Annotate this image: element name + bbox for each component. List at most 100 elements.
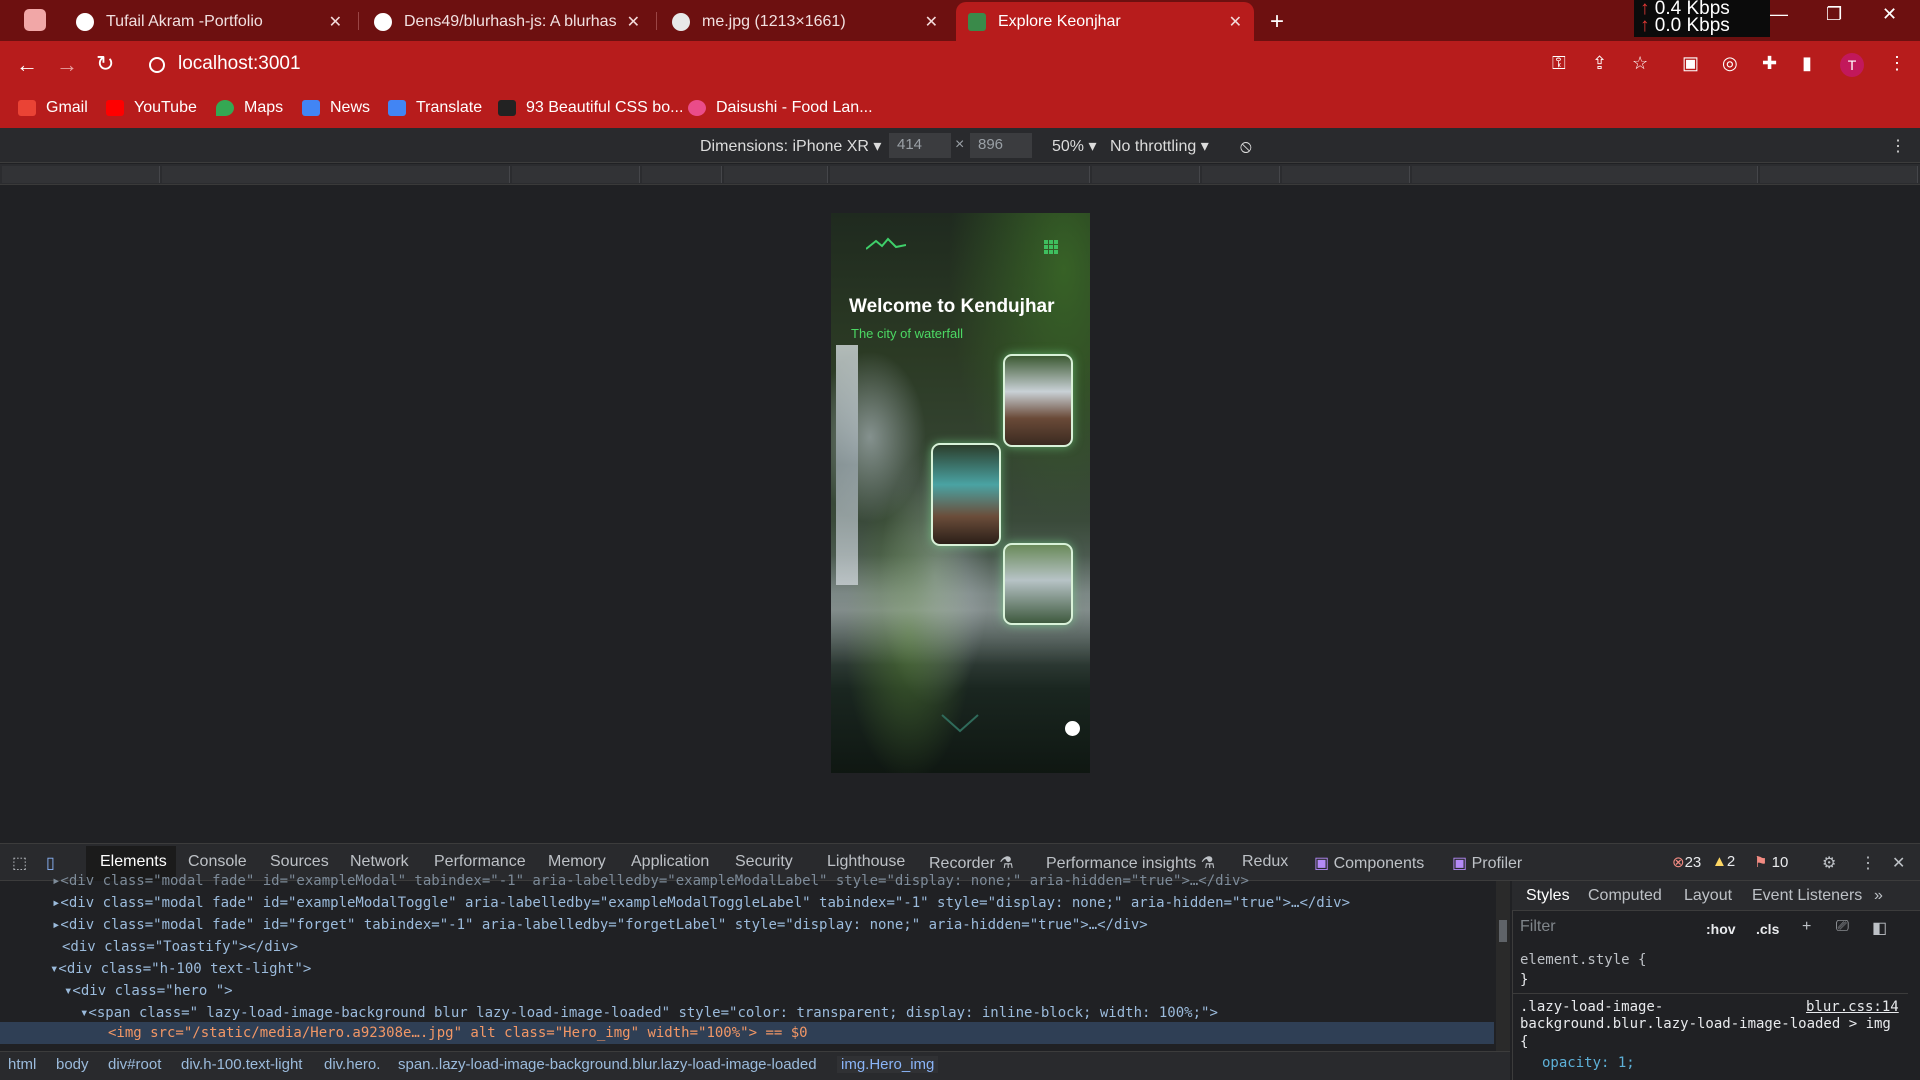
settings-gear-icon[interactable]: ⚙ xyxy=(1822,853,1836,873)
tab-recorder[interactable]: Recorder ⚗ xyxy=(929,853,1014,873)
tab-memory[interactable]: Memory xyxy=(548,853,606,871)
waterfall-card-3[interactable] xyxy=(1003,543,1073,625)
media-query-segment[interactable] xyxy=(1760,166,1918,183)
mountain-logo-icon[interactable] xyxy=(866,237,906,251)
bookmark-news[interactable]: News xyxy=(302,96,370,120)
breadcrumb-item[interactable]: div#root xyxy=(108,1056,161,1073)
rotate-icon[interactable]: ⦸ xyxy=(1240,136,1252,157)
media-query-segment[interactable] xyxy=(830,166,1090,183)
media-query-segment[interactable] xyxy=(512,166,640,183)
styles-filter-input[interactable]: Filter xyxy=(1520,918,1556,936)
class-toggle[interactable]: .cls xyxy=(1756,921,1779,937)
dom-scrollbar-thumb[interactable] xyxy=(1499,920,1507,942)
waterfall-card-2[interactable] xyxy=(931,443,1001,546)
tab-profiler[interactable]: ▣ Profiler xyxy=(1452,853,1522,873)
breadcrumb-item[interactable]: img.Hero_img xyxy=(837,1056,939,1073)
warning-count-badge[interactable]: ▲2 xyxy=(1712,853,1735,870)
chevron-down-icon[interactable] xyxy=(940,712,980,734)
tab-components[interactable]: ▣ Components xyxy=(1314,853,1424,873)
tab-application[interactable]: Application xyxy=(631,853,709,871)
waterfall-card-1[interactable] xyxy=(1003,354,1073,447)
forward-button[interactable]: → xyxy=(56,52,78,78)
close-icon[interactable]: ✕ xyxy=(627,12,640,32)
sidepanel-icon[interactable]: ▮ xyxy=(1802,53,1812,74)
breadcrumb-item[interactable]: div.h-100.text-light xyxy=(181,1056,302,1073)
breadcrumb-item[interactable]: html xyxy=(8,1056,36,1073)
devtools-more-icon[interactable]: ⋮ xyxy=(1860,853,1876,873)
dom-node-line[interactable]: <div class="Toastify"></div> xyxy=(62,939,298,955)
dom-node-line[interactable]: ▾<span class=" lazy-load-image-backgroun… xyxy=(80,1005,1218,1021)
dom-node-line[interactable]: ▾<div class="hero "> xyxy=(64,983,233,999)
width-input[interactable]: 414 xyxy=(889,133,951,158)
reload-button[interactable]: ↻ xyxy=(96,51,114,77)
avatar[interactable]: T xyxy=(1840,53,1864,77)
device-toggle-icon[interactable]: ▯ xyxy=(46,853,55,873)
dom-node-line[interactable]: ▾<div class="h-100 text-light"> xyxy=(50,961,311,977)
close-icon[interactable]: ✕ xyxy=(1229,12,1242,32)
device-dimensions-select[interactable]: Dimensions: iPhone XR ▾ xyxy=(700,136,881,156)
breadcrumb-item[interactable]: div.hero. xyxy=(324,1056,380,1073)
css-source-link[interactable]: blur.css:14 xyxy=(1806,999,1899,1015)
browser-menu-icon[interactable] xyxy=(24,9,46,31)
hover-state-toggle[interactable]: :hov xyxy=(1706,921,1736,937)
tab-image[interactable]: me.jpg (1213×1661) ✕ xyxy=(660,2,950,41)
media-query-segment[interactable] xyxy=(1202,166,1280,183)
tab-performance[interactable]: Performance xyxy=(434,853,526,871)
media-query-segment[interactable] xyxy=(642,166,722,183)
dom-node-line[interactable]: ▸<div class="modal fade" id="exampleModa… xyxy=(52,873,1249,889)
kebab-menu-icon[interactable]: ⋮ xyxy=(1888,53,1906,74)
tab-security[interactable]: Security xyxy=(735,853,793,871)
tab-console[interactable]: Console xyxy=(188,853,247,871)
inspect-element-icon[interactable]: ⬚ xyxy=(12,853,27,873)
media-query-segment[interactable] xyxy=(1282,166,1410,183)
more-tabs-icon[interactable]: » xyxy=(1874,887,1883,905)
dom-scrollbar[interactable] xyxy=(1496,881,1510,1051)
bookmark-daisushi[interactable]: Daisushi - Food Lan... xyxy=(688,96,873,120)
close-icon[interactable]: ✕ xyxy=(925,12,938,32)
devtools-close-icon[interactable]: ✕ xyxy=(1892,853,1905,873)
zoom-select[interactable]: 50% ▾ xyxy=(1052,136,1097,156)
restore-button[interactable]: ❐ xyxy=(1826,4,1842,25)
tab-explore-keonjhar[interactable]: Explore Keonjhar ✕ xyxy=(956,2,1254,41)
dom-node-line[interactable]: ▸<div class="modal fade" id="exampleModa… xyxy=(52,895,1350,911)
more-options-icon[interactable]: ⋮ xyxy=(1890,136,1906,156)
bookmark-translate[interactable]: Translate xyxy=(388,96,482,120)
media-query-segment[interactable] xyxy=(2,166,160,183)
tab-lighthouse[interactable]: Lighthouse xyxy=(827,853,905,871)
media-query-segment[interactable] xyxy=(1092,166,1200,183)
extension-icon[interactable]: ▣ xyxy=(1682,53,1699,74)
minimize-button[interactable]: — xyxy=(1770,4,1788,25)
info-icon[interactable] xyxy=(149,57,165,73)
bookmark-gmail[interactable]: Gmail xyxy=(18,96,88,120)
back-button[interactable]: ← xyxy=(16,52,38,78)
tab-styles[interactable]: Styles xyxy=(1526,887,1570,905)
tab-event-listeners[interactable]: Event Listeners xyxy=(1752,887,1862,905)
tab-layout[interactable]: Layout xyxy=(1684,887,1732,905)
bookmark-css-borders[interactable]: 93 Beautiful CSS bo... xyxy=(498,96,683,120)
media-query-segment[interactable] xyxy=(724,166,828,183)
height-input[interactable]: 896 xyxy=(970,133,1032,158)
tab-elements[interactable]: Elements xyxy=(100,853,167,871)
throttling-select[interactable]: No throttling ▾ xyxy=(1110,136,1209,156)
close-icon[interactable]: ✕ xyxy=(329,12,342,32)
css-property[interactable]: opacity: 1; xyxy=(1542,1055,1635,1071)
tab-network[interactable]: Network xyxy=(350,853,409,871)
tab-github[interactable]: Dens49/blurhash-js: A blurhash p ✕ xyxy=(362,2,652,41)
breadcrumb-item[interactable]: span..lazy-load-image-background.blur.la… xyxy=(398,1056,817,1073)
tab-redux[interactable]: Redux xyxy=(1242,853,1288,871)
puzzle-icon[interactable]: ✚ xyxy=(1762,53,1777,74)
tab-sources[interactable]: Sources xyxy=(270,853,329,871)
tab-portfolio[interactable]: Tufail Akram -Portfolio ✕ xyxy=(64,2,354,41)
tab-performance-insights[interactable]: Performance insights ⚗ xyxy=(1046,853,1215,873)
bookmark-star-icon[interactable]: ☆ xyxy=(1632,53,1648,74)
bookmark-youtube[interactable]: YouTube xyxy=(106,96,197,120)
address-text[interactable]: localhost:3001 xyxy=(178,53,301,75)
play-icon[interactable] xyxy=(1065,721,1080,736)
media-query-segment[interactable] xyxy=(162,166,510,183)
dom-node-line-selected[interactable]: <img src="/static/media/Hero.a92308e….jp… xyxy=(108,1025,808,1041)
breadcrumb-item[interactable]: body xyxy=(56,1056,89,1073)
record-icon[interactable]: ◎ xyxy=(1722,53,1738,74)
grid-menu-icon[interactable] xyxy=(1044,240,1058,254)
key-icon[interactable]: ⚿ xyxy=(1552,53,1566,74)
tab-computed[interactable]: Computed xyxy=(1588,887,1662,905)
